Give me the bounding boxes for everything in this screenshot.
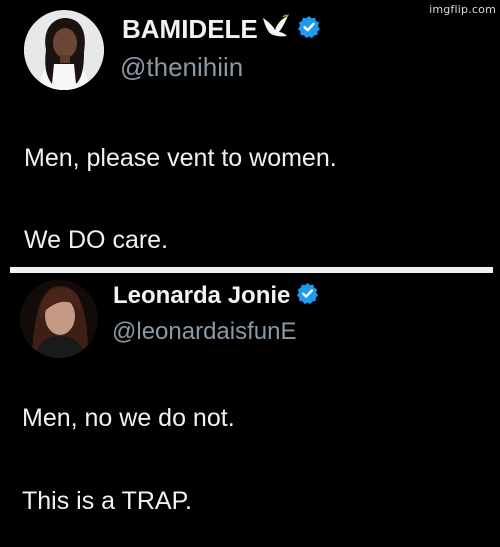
verified-badge-icon bbox=[297, 15, 321, 44]
tweet-bamidele[interactable]: BAMIDELE @thenihiin Men, please vent to … bbox=[0, 0, 500, 268]
tweet-text-line: Men, please vent to women. bbox=[24, 144, 337, 172]
tweet-text-line: This is a TRAP. bbox=[22, 487, 192, 515]
display-name[interactable]: BAMIDELE bbox=[122, 14, 258, 45]
avatar-photo-icon bbox=[24, 10, 104, 90]
verified-badge-icon bbox=[296, 282, 319, 310]
author-name-row: Leonarda Jonie bbox=[113, 282, 319, 310]
tweet-text-line: We DO care. bbox=[24, 226, 169, 254]
avatar[interactable] bbox=[24, 10, 104, 90]
display-name[interactable]: Leonarda Jonie bbox=[113, 282, 290, 310]
avatar[interactable] bbox=[20, 280, 98, 358]
author-name-row: BAMIDELE bbox=[122, 14, 321, 45]
avatar-photo-icon bbox=[20, 280, 98, 358]
tweet-text-line: Men, no we do not. bbox=[22, 404, 235, 432]
dove-emoji-icon bbox=[261, 14, 291, 45]
tweet-leonarda[interactable]: Leonarda Jonie @leonardaisfunE Men, no w… bbox=[0, 274, 500, 547]
divider bbox=[10, 267, 493, 273]
user-handle[interactable]: @leonardaisfunE bbox=[112, 318, 296, 346]
user-handle[interactable]: @thenihiin bbox=[120, 52, 243, 83]
